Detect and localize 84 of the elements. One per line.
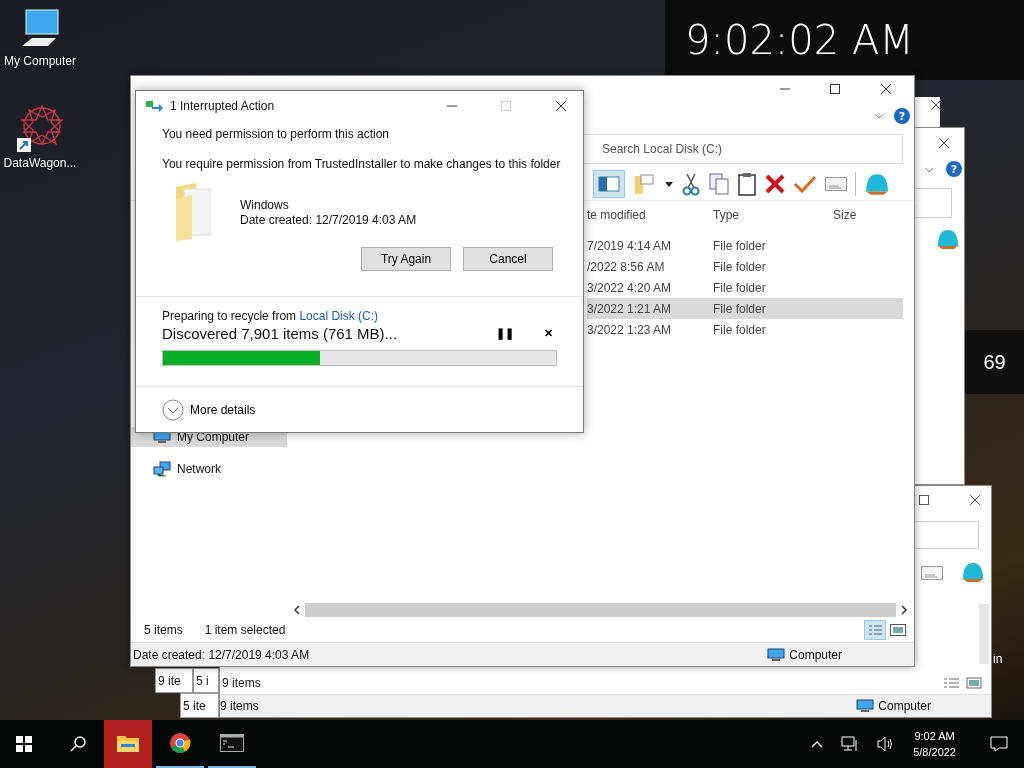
dialog-button[interactable]: Cancel <box>463 247 553 271</box>
status-text: 5 i <box>196 673 209 688</box>
file-row[interactable]: 3/2022 1:23 AM File folder <box>587 319 903 340</box>
nav-item[interactable]: Network <box>131 459 287 479</box>
chevron-down-icon[interactable] <box>874 113 884 119</box>
status-text: 1 item selected <box>204 623 286 637</box>
computer-icon <box>856 699 875 713</box>
file-date: Date created: 12/7/2019 4:03 AM <box>240 212 417 227</box>
taskbar-clock[interactable]: 9:02 AM 5/8/2022 <box>913 728 956 760</box>
details-text: Date created: 12/7/2019 4:03 AM <box>133 647 310 662</box>
progress-source-text: Preparing to recycle from Local Disk (C:) <box>162 309 380 323</box>
folder-icon <box>116 733 140 753</box>
shell-icon[interactable] <box>864 172 890 196</box>
file-row[interactable]: /2022 8:56 AM File folder <box>587 256 903 277</box>
pause-button[interactable]: ❚❚ <box>492 327 518 340</box>
file-row[interactable]: 3/2022 4:20 AM File folder <box>587 277 903 298</box>
chevron-down-icon[interactable] <box>924 167 934 173</box>
status-text: 5 items <box>144 623 183 637</box>
notifications-icon[interactable] <box>990 736 1008 752</box>
dialog-message: You require permission from TrustedInstaller to make changes to this folder <box>162 157 562 171</box>
move-arrow-icon <box>146 100 164 112</box>
weather-widget: 69 <box>983 350 1006 374</box>
shell-icon[interactable] <box>961 561 985 583</box>
preview-view-icon[interactable] <box>890 624 906 636</box>
close-icon[interactable] <box>930 99 942 111</box>
location-label: Computer <box>767 647 842 662</box>
computer-icon <box>767 647 786 662</box>
network-icon[interactable] <box>841 736 860 752</box>
star-shortcut-icon[interactable] <box>15 104 65 154</box>
column-header[interactable]: Type <box>713 208 833 222</box>
desktop-icon-label[interactable]: DataWagon... <box>3 156 77 170</box>
more-details-button[interactable]: More details <box>162 398 256 421</box>
chevron-up-icon[interactable] <box>811 740 824 748</box>
scroll-left-icon[interactable] <box>293 604 301 615</box>
view-toggle-icon[interactable] <box>943 677 983 689</box>
envelope-icon[interactable] <box>921 566 943 580</box>
browser-icon <box>169 732 191 754</box>
column-header[interactable]: te modified <box>587 208 713 222</box>
help-icon[interactable]: ? <box>946 161 962 177</box>
close-icon[interactable] <box>880 83 892 95</box>
envelope-icon[interactable] <box>825 177 847 191</box>
location-label: Computer <box>856 699 931 713</box>
close-icon[interactable] <box>938 137 950 149</box>
desktop-icon-label: in <box>993 652 1003 666</box>
scrollbar-thumb[interactable] <box>305 602 896 617</box>
network-icon <box>153 461 171 477</box>
desktop-icon-label[interactable]: My Computer <box>4 54 76 68</box>
details-text: 9 items <box>220 699 259 713</box>
column-header[interactable]: Size <box>833 208 903 222</box>
close-icon[interactable] <box>969 494 981 506</box>
terminal-icon <box>220 734 244 752</box>
delete-icon[interactable] <box>765 174 785 194</box>
scissors-icon[interactable] <box>681 172 701 196</box>
source-link[interactable]: Local Disk (C:) <box>299 309 379 323</box>
shell-icon[interactable] <box>936 228 960 250</box>
copy-icon[interactable] <box>709 172 729 196</box>
status-text: 9 items <box>222 676 261 690</box>
search-field[interactable]: Search Local Disk (C:) <box>581 134 903 164</box>
cancel-button[interactable]: ✕ <box>540 327 557 340</box>
clipboard-icon[interactable] <box>737 172 757 196</box>
file-name: Windows <box>240 197 290 212</box>
scroll-right-icon[interactable] <box>900 604 908 615</box>
windows-logo-icon[interactable] <box>16 736 32 752</box>
file-row[interactable]: 7/2019 4:14 AM File folder <box>587 235 903 256</box>
help-icon[interactable]: ? <box>894 108 910 124</box>
status-text: 5 ite <box>183 698 206 713</box>
dialog-button[interactable]: Try Again <box>361 247 451 271</box>
checkmark-icon[interactable] <box>793 174 817 194</box>
layout-pane-icon[interactable] <box>593 170 625 198</box>
file-row[interactable]: 3/2022 1:21 AM File folder <box>587 298 903 319</box>
close-icon[interactable] <box>555 100 567 112</box>
status-text: 9 ite <box>158 673 181 688</box>
maximize-icon[interactable] <box>830 84 840 94</box>
clock-widget: 9:02:02 AM <box>685 17 914 63</box>
chevron-down-icon <box>162 398 184 421</box>
taskbar-app[interactable] <box>104 720 152 768</box>
dialog-heading: You need permission to perform this action <box>162 127 390 141</box>
progress-status: Discovered 7,901 items (761 MB)... <box>162 325 399 342</box>
window-title: 1 Interrupted Action <box>170 99 275 113</box>
search-icon[interactable] <box>70 736 86 752</box>
vertical-scrollbar[interactable] <box>979 604 989 664</box>
caret-icon[interactable] <box>665 181 673 187</box>
maximize-icon[interactable] <box>919 495 929 505</box>
maximize-icon <box>501 101 511 111</box>
